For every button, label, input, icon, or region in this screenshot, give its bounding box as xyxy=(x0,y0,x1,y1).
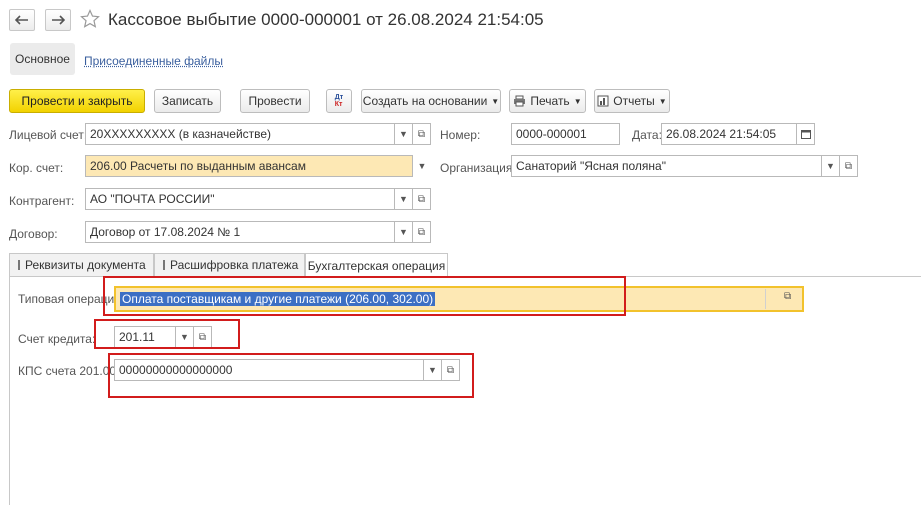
typical-operation-label: Типовая операция: xyxy=(18,292,125,306)
printer-icon xyxy=(514,95,526,107)
corr-field[interactable]: 206.00 Расчеты по выданным авансам xyxy=(85,155,413,177)
number-label: Номер: xyxy=(440,128,481,142)
print-button[interactable]: Печать ▼ xyxy=(509,89,586,113)
account-label: Лицевой счет: xyxy=(9,128,88,142)
chevron-down-icon: ▼ xyxy=(399,227,408,237)
table-icon xyxy=(163,260,165,270)
corr-label: Кор. счет: xyxy=(9,161,64,175)
favorite-button[interactable] xyxy=(80,9,100,32)
document-icon xyxy=(18,260,20,270)
credit-account-label: Счет кредита: xyxy=(18,332,96,346)
contract-dropdown[interactable]: ▼ xyxy=(395,221,413,243)
open-icon: ⧉ xyxy=(844,160,853,172)
post-and-close-button[interactable]: Провести и закрыть xyxy=(9,89,145,113)
counterparty-label: Контрагент: xyxy=(9,194,75,208)
attached-files-link[interactable]: Присоединенные файлы xyxy=(84,54,223,68)
corr-dropdown[interactable]: ▼ xyxy=(413,155,431,177)
chevron-down-icon: ▼ xyxy=(417,161,427,171)
reports-button[interactable]: Отчеты ▼ xyxy=(594,89,670,113)
number-field[interactable]: 0000-000001 xyxy=(511,123,620,145)
chevron-down-icon: ▼ xyxy=(826,161,835,171)
contract-open-button[interactable]: ⧉ xyxy=(413,221,431,243)
tab-payment-breakdown[interactable]: Расшифровка платежа xyxy=(154,253,305,276)
chevron-down-icon: ▼ xyxy=(491,96,500,106)
kps-label: КПС счета 201.00: xyxy=(18,364,120,378)
org-dropdown[interactable]: ▼ xyxy=(822,155,840,177)
date-field[interactable]: 26.08.2024 21:54:05 xyxy=(661,123,797,145)
tab-document-details[interactable]: Реквизиты документа xyxy=(9,253,154,276)
credit-account-dropdown[interactable]: ▼ xyxy=(176,326,194,348)
calendar-button[interactable] xyxy=(797,123,815,145)
chevron-down-icon: ▼ xyxy=(399,129,408,139)
kps-open-button[interactable]: ⧉ xyxy=(442,359,460,381)
account-open-button[interactable]: ⧉ xyxy=(413,123,431,145)
save-button[interactable]: Записать xyxy=(154,89,221,113)
tab-main[interactable]: Основное xyxy=(10,43,75,75)
chevron-down-icon: ▼ xyxy=(573,96,582,106)
star-icon xyxy=(80,9,100,28)
contract-field[interactable]: Договор от 17.08.2024 № 1 xyxy=(85,221,395,243)
report-icon xyxy=(597,95,609,107)
arrow-left-icon xyxy=(15,15,28,25)
calendar-icon xyxy=(800,130,811,139)
forward-button[interactable] xyxy=(45,9,71,31)
open-icon: ⧉ xyxy=(417,193,426,205)
account-dropdown[interactable]: ▼ xyxy=(395,123,413,145)
counterparty-open-button[interactable]: ⧉ xyxy=(413,188,431,210)
page-title: Кассовое выбытие 0000-000001 от 26.08.20… xyxy=(108,10,544,29)
account-field[interactable]: 20XXXXXXXXX (в казначействе) xyxy=(85,123,395,145)
post-button[interactable]: Провести xyxy=(240,89,310,113)
chevron-down-icon: ▼ xyxy=(399,194,408,204)
chevron-down-icon: ▼ xyxy=(180,332,189,342)
org-open-button[interactable]: ⧉ xyxy=(840,155,858,177)
back-button[interactable] xyxy=(9,9,35,31)
debit-credit-icon: Дт Кт xyxy=(334,94,344,108)
arrow-right-icon xyxy=(52,15,65,25)
contract-label: Договор: xyxy=(9,227,58,241)
open-icon: ⧉ xyxy=(784,291,792,302)
field-divider xyxy=(765,289,766,309)
org-label: Организация: xyxy=(440,161,516,175)
credit-account-field[interactable]: 201.11 xyxy=(114,326,176,348)
chevron-down-icon: ▼ xyxy=(428,365,437,375)
kps-field[interactable]: 00000000000000000 xyxy=(114,359,424,381)
date-label: Дата: xyxy=(632,128,662,142)
open-icon: ⧉ xyxy=(417,226,426,238)
open-icon: ⧉ xyxy=(198,331,207,343)
create-based-on-button[interactable]: Создать на основании ▼ xyxy=(361,89,501,113)
typical-operation-field[interactable]: Оплата поставщикам и другие платежи (206… xyxy=(114,286,804,312)
counterparty-dropdown[interactable]: ▼ xyxy=(395,188,413,210)
kps-dropdown[interactable]: ▼ xyxy=(424,359,442,381)
tab-accounting-operation[interactable]: Бухгалтерская операция xyxy=(305,253,448,277)
chevron-down-icon: ▼ xyxy=(658,96,667,106)
credit-account-open-button[interactable]: ⧉ xyxy=(194,326,212,348)
debit-credit-button[interactable]: Дт Кт xyxy=(326,89,352,113)
open-icon: ⧉ xyxy=(446,364,455,376)
counterparty-field[interactable]: АО "ПОЧТА РОССИИ" xyxy=(85,188,395,210)
typical-operation-open-button[interactable]: ⧉ xyxy=(784,291,791,302)
org-field[interactable]: Санаторий "Ясная поляна" xyxy=(511,155,822,177)
open-icon: ⧉ xyxy=(417,128,426,140)
